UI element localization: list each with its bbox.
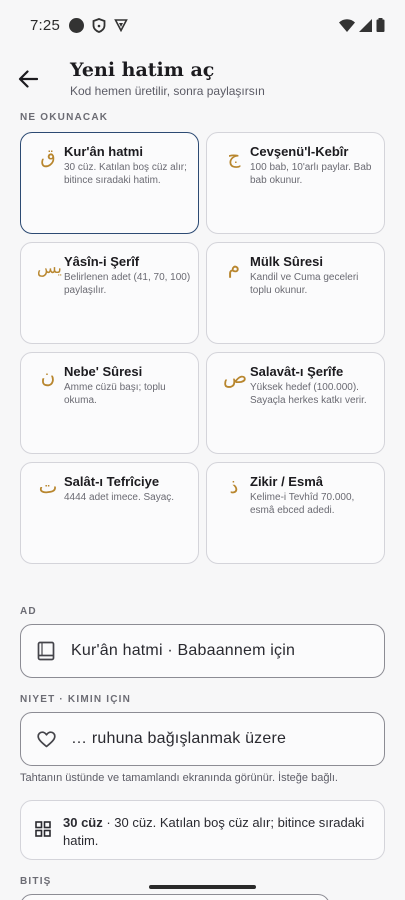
shield-icon [92,17,106,33]
card-title: Salât-ı Tefrîciye [64,474,160,489]
card-glyph: يس [37,258,62,277]
summary-count: 30 cüz [63,815,103,830]
home-indicator [149,885,256,889]
card-desc: Amme cüzü başı; toplu okuma. [64,382,166,406]
card-title: Yâsîn-i Şerîf [64,254,140,269]
status-icons-right [339,18,385,32]
vpn-icon [114,19,128,32]
signal-icon [359,18,372,32]
card-title: Mülk Sûresi [250,254,323,269]
back-button[interactable] [15,66,41,92]
section-label-intent: NIYET · KIMIN IÇIN [20,694,132,705]
page-subtitle: Kod hemen üretilir, sonra paylaşırsın [70,84,265,98]
card-glyph: ذ [229,474,239,498]
section-label-end: BITIŞ [20,876,52,887]
card-desc: Kandil ve Cuma geceleri toplu okunur. [250,272,359,296]
app-header: Yeni hatim aç Kod hemen üretilir, sonra … [0,56,405,106]
status-icons-left [69,17,128,33]
card-title: Cevşenü'l-Kebîr [250,144,349,159]
page-title: Yeni hatim aç [70,59,215,81]
section-label-name: AD [20,606,37,617]
intent-field[interactable]: … ruhuna bağışlanmak üzere [20,712,385,766]
card-desc: 100 bab, 10'arlı paylar. Bab bab okunur. [250,162,372,186]
battery-icon [376,18,385,32]
card-desc: Kelime-i Tevhîd 70.000, esmâ ebced adedi… [250,492,355,516]
arrow-left-icon [18,70,38,88]
section-label-what: NE OKUNACAK [20,112,109,123]
card-tefriciye[interactable]: ت Salât-ı Tefrîciye 4444 adet imece. Say… [20,462,199,564]
intent-helper-text: Tahtanın üstünde ve tamamlandı ekranında… [20,772,338,784]
card-title: Salavât-ı Şerîfe [250,364,344,379]
card-glyph: ت [38,474,58,498]
card-title: Kur'ân hatmi [64,144,143,159]
end-field[interactable] [20,894,330,900]
wifi-icon [339,18,355,32]
card-mulk[interactable]: م Mülk Sûresi Kandil ve Cuma geceleri to… [206,242,385,344]
card-salavat[interactable]: ص Salavât-ı Şerîfe Yüksek hedef (100.000… [206,352,385,454]
book-icon [21,641,71,661]
card-yasin[interactable]: يس Yâsîn-i Şerîf Belirlenen adet (41, 70… [20,242,199,344]
card-glyph: م [227,254,241,278]
card-desc: 4444 adet imece. Sayaç. [64,492,175,503]
name-field-value: Kur'ân hatmi · Babaannem için [71,642,296,659]
name-field[interactable]: Kur'ân hatmi · Babaannem için [20,624,385,678]
status-time: 7:25 [30,16,60,34]
card-desc: Belirlenen adet (41, 70, 100) paylaşılır… [64,272,191,296]
card-zikir[interactable]: ذ Zikir / Esmâ Kelime-i Tevhîd 70.000, e… [206,462,385,564]
summary-card: 30 cüz · 30 cüz. Katılan boş cüz alır; b… [20,800,385,860]
card-desc: 30 cüz. Katılan boş cüz alır; bitince sı… [64,162,187,186]
card-glyph: ن [40,364,56,388]
card-glyph: ص [223,364,248,388]
summary-text: 30 cüz · 30 cüz. Katılan boş cüz alır; b… [63,814,375,850]
card-glyph: ق [40,144,56,168]
summary-detail: · 30 cüz. Katılan boş cüz alır; bitince … [63,815,365,848]
card-title: Nebe' Sûresi [64,364,143,379]
card-title: Zikir / Esmâ [250,474,323,489]
card-glyph: ج [227,144,241,168]
grid-icon [35,821,51,837]
heart-icon [21,730,71,748]
card-kuran-hatmi[interactable]: ق Kur'ân hatmi 30 cüz. Katılan boş cüz a… [20,132,199,234]
card-desc: Yüksek hedef (100.000). Sayaçla herkes k… [250,382,367,406]
card-nebe[interactable]: ن Nebe' Sûresi Amme cüzü başı; toplu oku… [20,352,199,454]
intent-field-value: … ruhuna bağışlanmak üzere [71,730,287,747]
card-cevsen[interactable]: ج Cevşenü'l-Kebîr 100 bab, 10'arlı payla… [206,132,385,234]
status-bar: 7:25 [0,0,405,50]
circle-icon [69,17,84,33]
